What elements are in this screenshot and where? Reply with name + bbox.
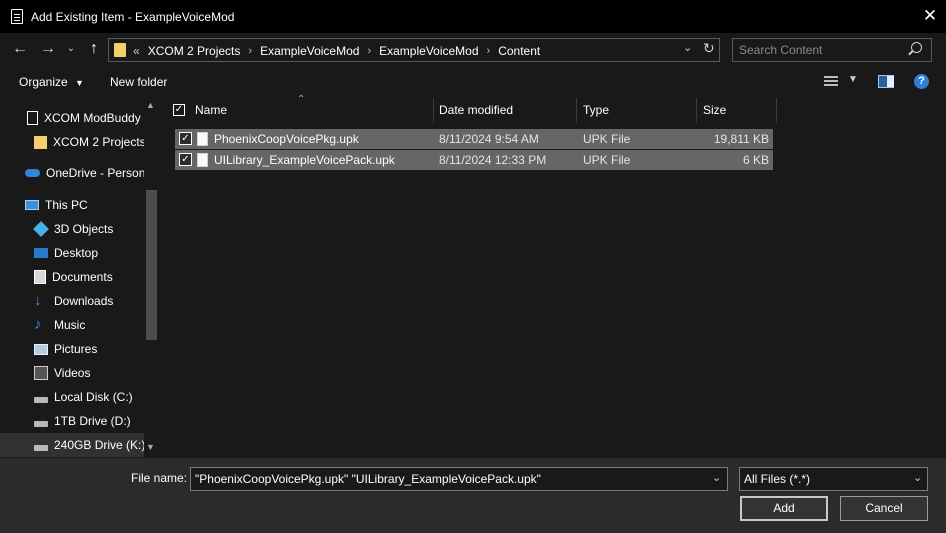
add-button[interactable]: Add xyxy=(740,496,828,521)
help-icon[interactable]: ? xyxy=(914,74,929,89)
documents-icon xyxy=(34,270,46,284)
file-date: 8/11/2024 12:33 PM xyxy=(439,153,547,167)
file-type-filter-value: All Files (*.*) xyxy=(744,472,811,486)
file-name-label: File name: xyxy=(131,471,188,485)
organize-button[interactable]: Organize ▼ xyxy=(19,75,84,89)
search-icon[interactable] xyxy=(911,42,922,53)
column-header-type[interactable]: Type xyxy=(577,98,697,123)
scroll-down-icon[interactable]: ▼ xyxy=(146,442,155,452)
sidebar-item-downloads[interactable]: ↓ Downloads xyxy=(0,289,144,313)
chevron-down-icon: ▼ xyxy=(75,78,84,88)
file-name-input[interactable] xyxy=(195,471,705,487)
address-bar[interactable]: « XCOM 2 Projects › ExampleVoiceMod › Ex… xyxy=(108,38,720,62)
title-bar: Add Existing Item - ExampleVoiceMod ✕ xyxy=(0,0,946,33)
sidebar-item-pictures[interactable]: Pictures xyxy=(0,337,144,361)
command-bar: Organize ▼ New folder ▼ ? xyxy=(0,66,946,98)
sidebar-item-1tb-drive-d[interactable]: 1TB Drive (D:) xyxy=(0,409,144,433)
desktop-icon xyxy=(34,248,48,258)
window-title: Add Existing Item - ExampleVoiceMod xyxy=(31,10,235,24)
sidebar-item-videos[interactable]: Videos xyxy=(0,361,144,385)
file-type: UPK File xyxy=(583,132,631,146)
column-header-date[interactable]: Date modified xyxy=(433,98,577,123)
organize-label: Organize xyxy=(19,75,68,89)
chevron-down-icon[interactable]: ⌄ xyxy=(913,471,922,484)
select-all-checkbox[interactable]: ✓ xyxy=(173,104,185,116)
download-icon: ↓ xyxy=(34,292,42,309)
search-box[interactable] xyxy=(732,38,932,62)
file-type-filter-select[interactable]: All Files (*.*) ⌄ xyxy=(739,467,928,491)
column-header-name[interactable]: Name xyxy=(189,98,434,123)
table-row[interactable]: ✓ PhoenixCoopVoicePkg.upk 8/11/2024 9:54… xyxy=(175,129,773,149)
breadcrumb-overflow[interactable]: « xyxy=(133,44,140,58)
breadcrumb-xcom-projects[interactable]: XCOM 2 Projects xyxy=(148,44,241,58)
new-folder-button[interactable]: New folder xyxy=(110,75,167,89)
sidebar-item-desktop[interactable]: Desktop xyxy=(0,241,144,265)
breadcrumb-examplevoicemod-inner[interactable]: ExampleVoiceMod xyxy=(379,44,478,58)
sidebar-item-local-disk-c[interactable]: Local Disk (C:) xyxy=(0,385,144,409)
preview-pane-icon[interactable] xyxy=(878,75,894,88)
pictures-icon xyxy=(34,343,48,355)
close-icon[interactable]: ✕ xyxy=(920,6,940,26)
scroll-up-icon[interactable]: ▲ xyxy=(146,100,155,110)
document-icon xyxy=(11,9,23,24)
refresh-icon[interactable]: ↻ xyxy=(703,40,715,57)
file-icon xyxy=(197,132,208,146)
row-checkbox[interactable]: ✓ xyxy=(179,132,192,145)
file-name-combobox[interactable]: ⌄ xyxy=(190,467,728,491)
file-icon xyxy=(197,153,208,167)
sidebar-item-3d-objects[interactable]: 3D Objects xyxy=(0,217,144,241)
up-arrow-icon[interactable]: ↑ xyxy=(84,39,104,59)
file-date: 8/11/2024 9:54 AM xyxy=(439,132,539,146)
file-type: UPK File xyxy=(583,153,631,167)
sidebar-item-xcom-projects[interactable]: XCOM 2 Projects xyxy=(0,130,144,154)
cube-icon xyxy=(33,221,49,237)
sidebar-item-240gb-drive-k[interactable]: 240GB Drive (K:) xyxy=(0,433,144,457)
navigation-pane[interactable]: XCOM ModBuddy XCOM 2 Projects OneDrive -… xyxy=(0,98,160,458)
sidebar-item-this-pc[interactable]: This PC xyxy=(0,193,144,217)
file-size: 19,811 KB xyxy=(713,132,769,146)
sidebar-item-music[interactable]: ♪ Music xyxy=(0,313,144,337)
disk-icon xyxy=(34,397,48,403)
videos-icon xyxy=(34,366,48,380)
column-header-size[interactable]: Size xyxy=(697,98,777,123)
document-icon xyxy=(27,111,38,125)
disk-icon xyxy=(34,445,48,451)
column-headers: ✓ ⌃ Name Date modified Type Size xyxy=(160,94,946,123)
row-checkbox[interactable]: ✓ xyxy=(179,153,192,166)
scrollbar-thumb[interactable] xyxy=(146,190,157,340)
music-icon: ♪ xyxy=(34,316,42,333)
chevron-down-icon[interactable]: ⌄ xyxy=(683,41,692,54)
file-list[interactable]: ✓ ⌃ Name Date modified Type Size ✓ Phoen… xyxy=(160,94,946,458)
navigation-bar: ← → ⌄ ↑ « XCOM 2 Projects › ExampleVoice… xyxy=(0,33,946,66)
forward-arrow-icon[interactable]: → xyxy=(38,39,58,59)
sidebar-item-documents[interactable]: Documents xyxy=(0,265,144,289)
chevron-down-icon[interactable]: ⌄ xyxy=(712,471,721,484)
cloud-icon xyxy=(25,169,40,177)
folder-icon xyxy=(114,43,126,57)
sidebar-item-xcom-modbuddy[interactable]: XCOM ModBuddy xyxy=(0,106,144,130)
file-name: PhoenixCoopVoicePkg.upk xyxy=(214,132,359,146)
breadcrumb: « XCOM 2 Projects › ExampleVoiceMod › Ex… xyxy=(133,43,540,59)
chevron-right-icon[interactable]: › xyxy=(367,45,371,57)
chevron-right-icon[interactable]: › xyxy=(248,45,252,57)
dialog-footer: File name: ⌄ All Files (*.*) ⌄ Add Cance… xyxy=(0,458,946,533)
recent-locations-chevron-icon[interactable]: ⌄ xyxy=(64,39,78,59)
cancel-button[interactable]: Cancel xyxy=(840,496,928,521)
sidebar-item-onedrive[interactable]: OneDrive - Personal xyxy=(0,161,144,185)
sidebar-scrollbar[interactable]: ▲ ▼ xyxy=(144,98,157,458)
view-details-icon[interactable] xyxy=(824,76,838,87)
breadcrumb-content[interactable]: Content xyxy=(498,44,540,58)
chevron-right-icon[interactable]: › xyxy=(487,45,491,57)
folder-icon xyxy=(34,135,47,149)
search-input[interactable] xyxy=(739,42,909,58)
chevron-down-icon[interactable]: ▼ xyxy=(848,74,858,85)
back-arrow-icon[interactable]: ← xyxy=(10,39,30,59)
breadcrumb-examplevoicemod[interactable]: ExampleVoiceMod xyxy=(260,44,359,58)
file-name: UILibrary_ExampleVoicePack.upk xyxy=(214,153,395,167)
file-size: 6 KB xyxy=(742,153,769,167)
computer-icon xyxy=(25,200,39,210)
table-row[interactable]: ✓ UILibrary_ExampleVoicePack.upk 8/11/20… xyxy=(175,150,773,170)
disk-icon xyxy=(34,421,48,427)
